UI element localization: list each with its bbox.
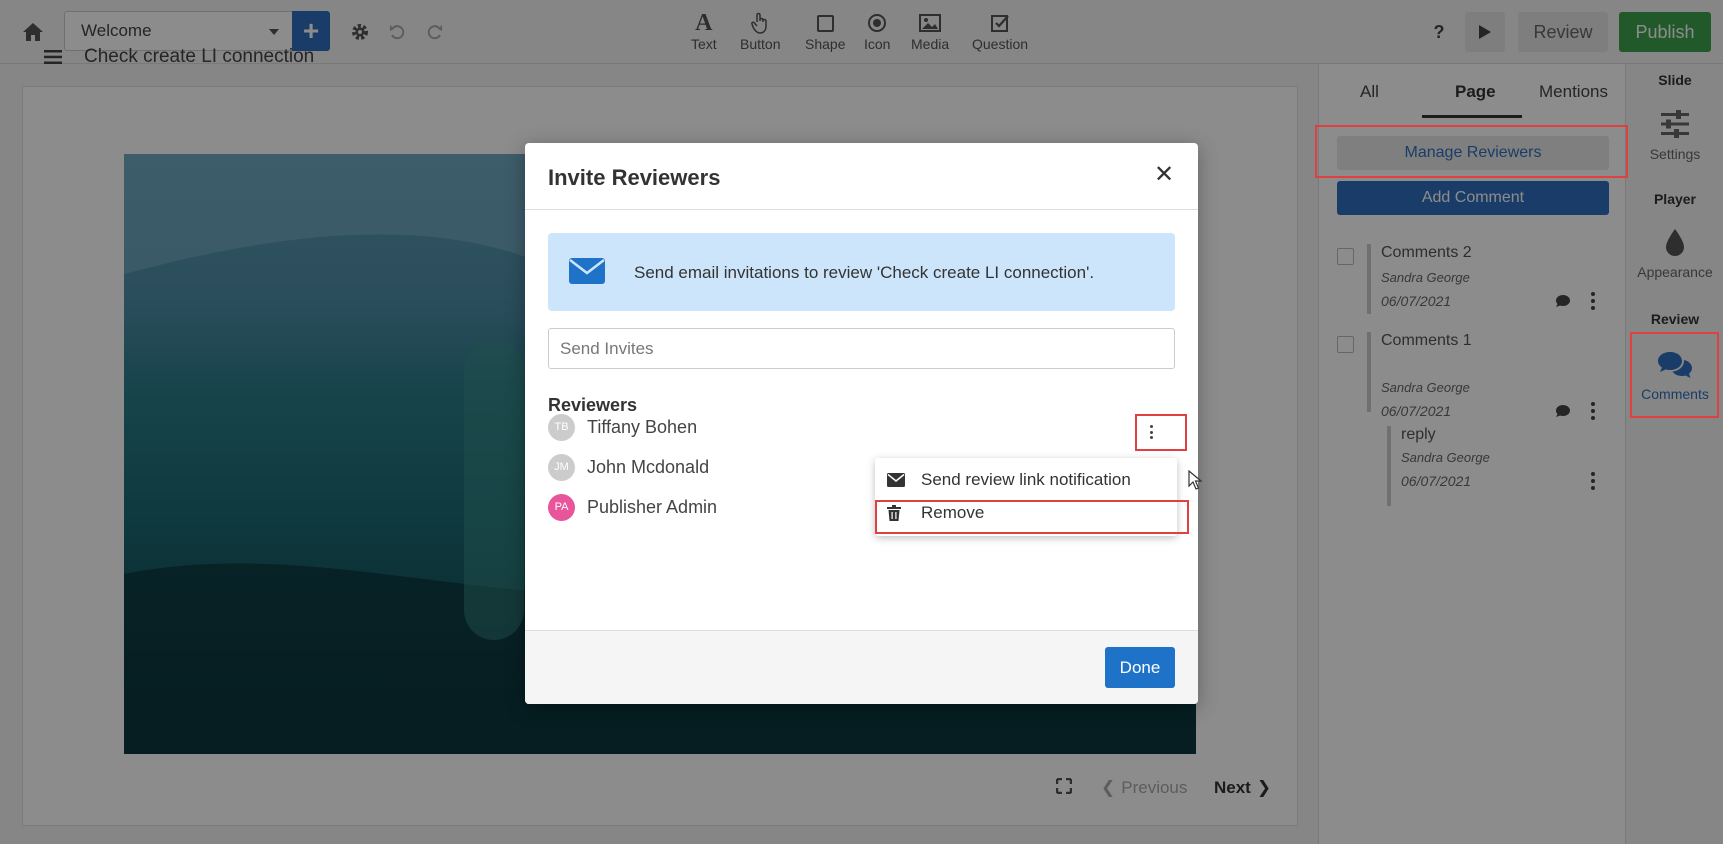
reviewer-name: John Mcdonald xyxy=(587,456,710,477)
modal-title: Invite Reviewers xyxy=(548,165,721,190)
send-review-link-menu-item[interactable]: Send review link notification xyxy=(887,466,1131,494)
reviewer-row: JM John Mcdonald xyxy=(548,453,709,481)
envelope-icon xyxy=(569,258,605,284)
modal-header: Invite Reviewers ✕ xyxy=(525,143,1198,210)
info-banner: Send email invitations to review 'Check … xyxy=(548,233,1175,311)
reviewer-name: Tiffany Bohen xyxy=(587,416,698,437)
avatar: JM xyxy=(548,453,575,481)
highlight-more-button xyxy=(1135,414,1187,451)
modal-footer xyxy=(525,630,1198,704)
highlight-remove-item xyxy=(875,500,1189,534)
close-icon[interactable]: ✕ xyxy=(1154,163,1174,187)
done-button[interactable]: Done xyxy=(1105,647,1175,688)
avatar: PA xyxy=(548,493,575,521)
highlight-comments-rail xyxy=(1630,332,1719,418)
reviewer-row: PA Publisher Admin xyxy=(548,493,717,521)
send-invites-input[interactable] xyxy=(548,328,1175,369)
avatar: TB xyxy=(548,413,575,441)
highlight-manage-reviewers xyxy=(1315,125,1628,178)
mouse-cursor-icon xyxy=(1188,470,1202,490)
menu-item-label: Send review link notification xyxy=(921,470,1131,489)
reviewer-row: TB Tiffany Bohen xyxy=(548,413,697,441)
invite-reviewers-modal: Invite Reviewers ✕ Send email invitation… xyxy=(525,143,1198,704)
envelope-icon xyxy=(887,473,909,487)
info-text: Send email invitations to review 'Check … xyxy=(634,263,1095,282)
reviewer-name: Publisher Admin xyxy=(587,496,718,517)
